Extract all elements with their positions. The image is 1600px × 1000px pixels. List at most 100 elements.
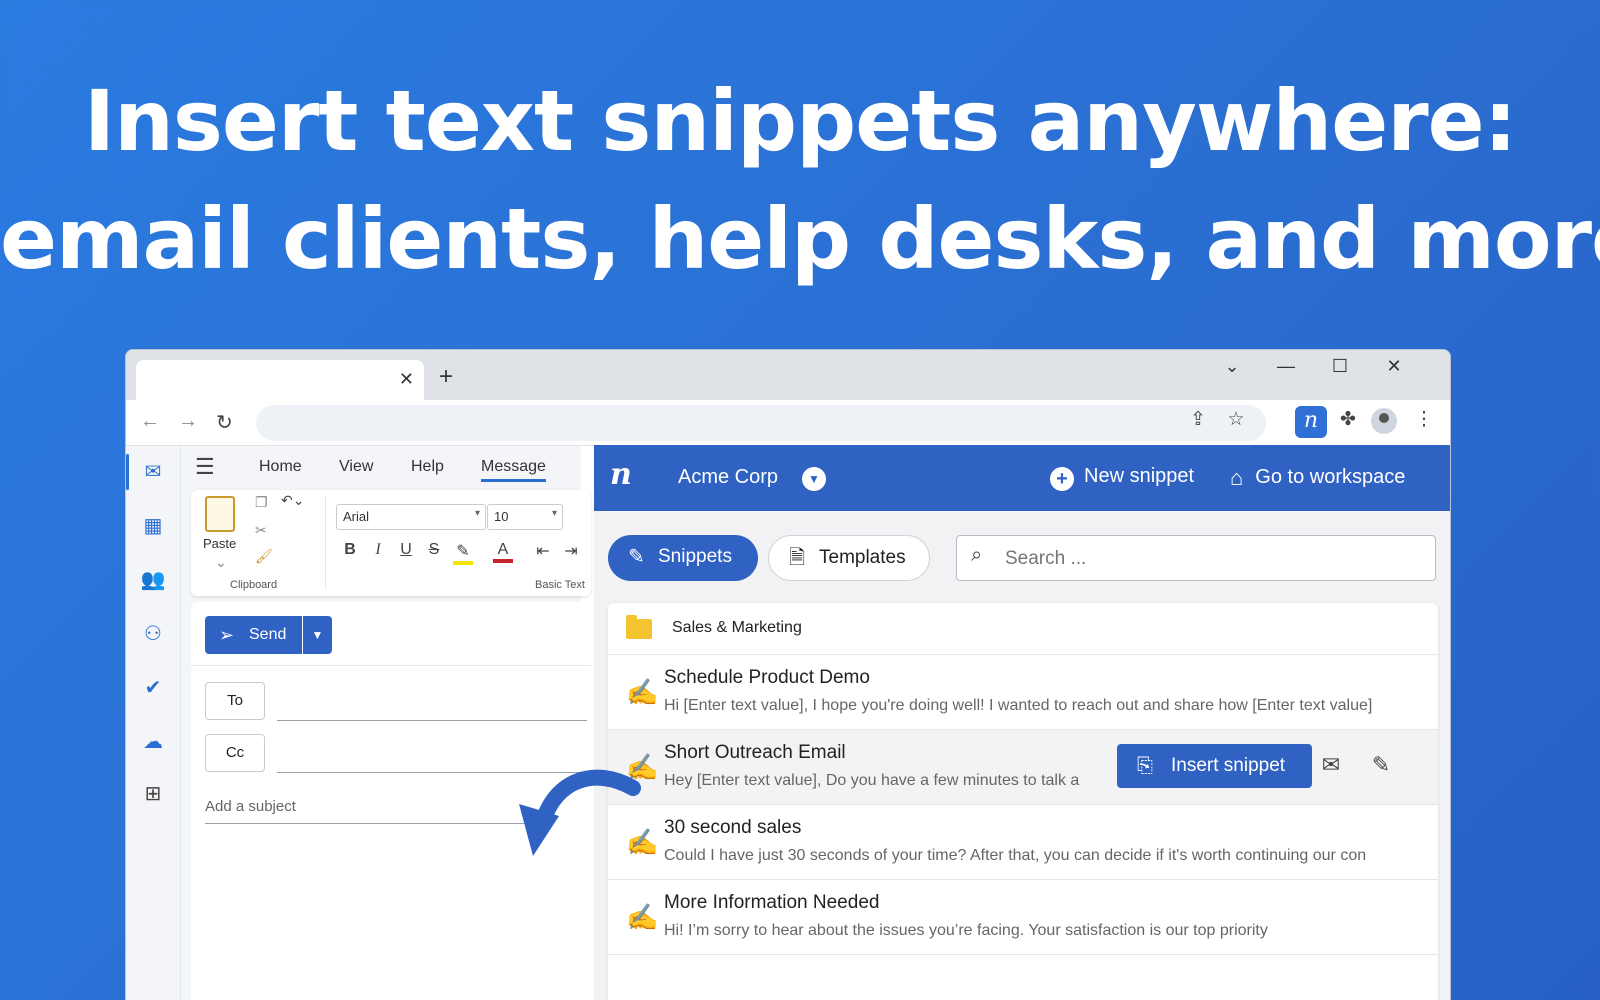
tab-templates[interactable]: 🗎 Templates <box>768 535 930 581</box>
menu-view[interactable]: View <box>339 458 373 476</box>
increase-indent-icon[interactable]: ⇥ <box>561 541 581 561</box>
cut-scissors-icon[interactable]: ✂ <box>255 522 267 539</box>
rail-active-indicator <box>126 454 129 490</box>
menu-help[interactable]: Help <box>411 458 444 476</box>
window-close-icon[interactable]: ✕ <box>1379 356 1409 377</box>
cc-button[interactable]: Cc <box>205 734 265 772</box>
ribbon: Paste ⌄ ❐ ↶⌄ ✂ 🖌 Clipboard Arial ▾ 10 ▾ … <box>191 490 591 596</box>
tab-strip: ✕ + ⌄ — ☐ ✕ <box>126 350 1450 400</box>
people-icon[interactable]: 👥 <box>139 566 167 594</box>
copy-icon[interactable]: ❐ <box>255 494 268 511</box>
underline-icon[interactable]: U <box>396 541 416 559</box>
onedrive-cloud-icon[interactable]: ☁ <box>139 728 167 756</box>
profile-avatar-icon[interactable] <box>1371 408 1397 434</box>
hamburger-menu-icon[interactable]: ☰ <box>195 454 215 480</box>
new-snippet-button[interactable]: + New snippet <box>1050 465 1194 491</box>
to-field[interactable] <box>277 720 587 721</box>
search-input[interactable] <box>1005 548 1405 570</box>
font-size-select[interactable]: 10 ▾ <box>487 504 563 530</box>
send-options-button[interactable]: ▼ <box>303 616 332 654</box>
chevron-down-icon: ▾ <box>474 508 480 519</box>
bookmark-star-icon[interactable]: ☆ <box>1222 408 1250 431</box>
snippet-preview: Could I have just 30 seconds of your tim… <box>664 847 1367 864</box>
headline-line-2: email clients, help desks, and more <box>0 190 1600 288</box>
format-painter-icon[interactable]: 🖌 <box>255 548 273 565</box>
font-size-value: 10 <box>494 509 509 524</box>
folder-row[interactable]: Sales & Marketing <box>608 603 1438 655</box>
snippet-row[interactable]: ✍ 30 second sales Could I have just 30 s… <box>608 805 1438 880</box>
mail-icon[interactable]: ✉ <box>139 458 167 486</box>
snippet-title: 30 second sales <box>664 817 802 838</box>
menu-home[interactable]: Home <box>259 458 302 476</box>
snippet-row[interactable]: ✍ Schedule Product Demo Hi [Enter text v… <box>608 655 1438 730</box>
tab-snippets-label: Snippets <box>658 546 732 567</box>
highlight-icon[interactable]: ✎ <box>453 541 473 565</box>
basic-text-group-label: Basic Text <box>535 579 585 591</box>
snippet-title: More Information Needed <box>664 892 880 913</box>
browser-toolbar: ← → ↻ ⇪ ☆ n ✤ ⋮ <box>126 400 1450 446</box>
italic-icon[interactable]: I <box>368 541 388 559</box>
address-bar[interactable] <box>256 405 1266 441</box>
snippet-row-hovered[interactable]: ✍ Short Outreach Email Hey [Enter text v… <box>608 730 1438 805</box>
font-family-value: Arial <box>343 509 370 524</box>
extensions-puzzle-icon[interactable]: ✤ <box>1334 408 1362 431</box>
email-envelope-icon[interactable]: ✉ <box>1316 752 1346 778</box>
snippet-pencil-icon: ✍ <box>626 677 659 707</box>
search-icon: ⌕ <box>971 544 983 566</box>
paste-chevron-icon[interactable]: ⌄ <box>215 554 227 571</box>
close-icon[interactable]: ✕ <box>399 369 414 390</box>
browser-tab[interactable]: ✕ <box>136 360 424 400</box>
apps-grid-icon[interactable]: ⊞ <box>139 780 167 808</box>
reload-icon[interactable]: ↻ <box>216 410 233 435</box>
paste-label[interactable]: Paste <box>203 536 236 551</box>
undo-icon[interactable]: ↶⌄ <box>281 492 304 509</box>
go-to-workspace-label: Go to workspace <box>1255 466 1406 488</box>
snippet-list: Sales & Marketing ✍ Schedule Product Dem… <box>608 603 1438 1000</box>
minimize-icon[interactable]: — <box>1271 356 1301 377</box>
headline: Insert text snippets anywhere: email cli… <box>0 62 1600 298</box>
edit-pencil-icon[interactable]: ✎ <box>1366 752 1396 778</box>
outlook-pane: ☰ Home View Help Message Paste ⌄ ❐ ↶⌄ ✂ … <box>181 446 591 1000</box>
font-family-select[interactable]: Arial ▾ <box>336 504 486 530</box>
ribbon-divider <box>325 496 326 590</box>
strikethrough-icon[interactable]: S <box>424 541 444 559</box>
tab-search-icon[interactable]: ⌄ <box>1217 356 1247 377</box>
insert-snippet-button[interactable]: ⎘ Insert snippet <box>1117 744 1312 788</box>
calendar-icon[interactable]: ▦ <box>139 512 167 540</box>
chevron-down-icon: ▾ <box>551 508 557 519</box>
curved-arrow-icon <box>519 769 641 856</box>
headline-line-1: Insert text snippets anywhere: <box>83 72 1517 170</box>
send-plane-icon: ➢ <box>219 625 235 645</box>
go-to-workspace-button[interactable]: ⌂ Go to workspace <box>1230 465 1405 491</box>
font-color-icon[interactable]: A <box>493 541 513 563</box>
send-button[interactable]: ➢ Send <box>205 616 302 654</box>
chevron-down-icon[interactable]: ▼ <box>802 467 826 491</box>
search-box[interactable]: ⌕ <box>956 535 1436 581</box>
tab-snippets[interactable]: ✎ Snippets <box>608 535 758 581</box>
menu-message[interactable]: Message <box>481 458 546 482</box>
home-icon: ⌂ <box>1230 465 1244 490</box>
clipboard-paste-icon[interactable] <box>205 496 235 532</box>
bold-icon[interactable]: B <box>340 541 360 559</box>
to-button[interactable]: To <box>205 682 265 720</box>
back-arrow-icon[interactable]: ← <box>140 410 160 433</box>
forward-arrow-icon[interactable]: → <box>178 410 198 433</box>
subject-field[interactable]: Add a subject <box>205 798 525 824</box>
new-tab-button[interactable]: + <box>439 363 453 391</box>
workspace-name[interactable]: Acme Corp <box>678 466 778 489</box>
send-label: Send <box>249 626 287 643</box>
snippet-row[interactable]: ✍ More Information Needed Hi! I’m sorry … <box>608 880 1438 955</box>
share-icon[interactable]: ⇪ <box>1184 408 1212 431</box>
snippet-pencil-icon: ✍ <box>626 902 659 932</box>
browser-window: ✕ + ⌄ — ☐ ✕ ← → ↻ ⇪ ☆ n ✤ ⋮ ✉ ▦ 👥 ⚇ ✔ ☁ … <box>125 349 1451 1000</box>
more-menu-icon[interactable]: ⋮ <box>1410 408 1438 431</box>
snippet-preview: Hey [Enter text value], Do you have a fe… <box>664 772 1080 789</box>
todo-check-icon[interactable]: ✔ <box>139 674 167 702</box>
plus-icon: + <box>1050 467 1074 491</box>
decrease-indent-icon[interactable]: ⇤ <box>533 541 553 561</box>
snippet-title: Short Outreach Email <box>664 742 846 763</box>
snippet-extension-icon[interactable]: n <box>1295 406 1327 438</box>
groups-icon[interactable]: ⚇ <box>139 620 167 648</box>
app-logo-icon: n <box>610 457 632 492</box>
maximize-icon[interactable]: ☐ <box>1325 356 1355 377</box>
